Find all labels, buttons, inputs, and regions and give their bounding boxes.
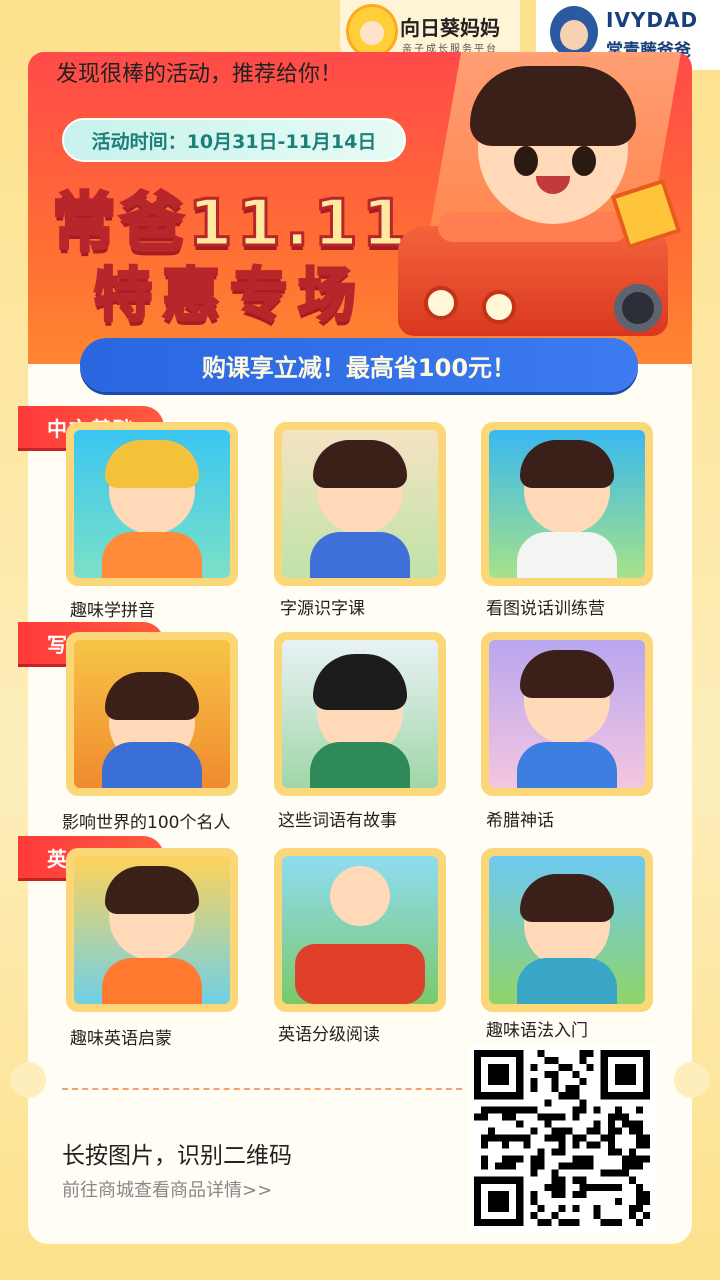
kid-hair xyxy=(105,866,199,914)
banner-slogan: 发现很棒的活动，推荐给你！ xyxy=(56,62,343,87)
kid-hat xyxy=(105,440,199,488)
scholar-hat xyxy=(313,654,407,710)
course-tile-graded-reading[interactable] xyxy=(274,848,446,1012)
course-tile-greek-myth[interactable] xyxy=(481,632,653,796)
kid-body xyxy=(310,532,410,578)
course-image xyxy=(74,856,230,1004)
kid-eye xyxy=(514,146,538,176)
course-title[interactable]: 这些词语有故事 xyxy=(278,806,397,831)
dashed-divider xyxy=(62,1088,462,1090)
course-image xyxy=(282,430,438,578)
kid-hair xyxy=(470,66,636,146)
kid-body xyxy=(517,532,617,578)
logo-left-name: 向日葵妈妈 xyxy=(400,16,500,40)
book-icon xyxy=(102,742,202,788)
headline-secondary: 特惠专场 xyxy=(92,260,367,331)
kid-body xyxy=(102,532,202,578)
kid-hair xyxy=(520,650,614,698)
kid-eye xyxy=(572,146,596,176)
course-title[interactable]: 趣味语法入门 xyxy=(486,1016,588,1041)
kid-body xyxy=(517,742,617,788)
course-tile-celebrities[interactable] xyxy=(66,632,238,796)
course-title[interactable]: 趣味英语启蒙 xyxy=(70,1024,172,1049)
course-title[interactable]: 看图说话训练营 xyxy=(486,594,605,619)
course-title[interactable]: 英语分级阅读 xyxy=(278,1020,380,1045)
event-time-badge: 活动时间：10月31日-11月14日 xyxy=(62,118,406,162)
ticket-notch xyxy=(10,1062,46,1098)
car-wheel xyxy=(614,284,662,332)
kid-hair xyxy=(313,440,407,488)
course-title[interactable]: 希腊神话 xyxy=(486,806,554,831)
kid-face xyxy=(330,866,390,926)
ivydad-mascot-icon xyxy=(550,6,598,58)
ticket-notch xyxy=(674,1062,710,1098)
car-headlight xyxy=(424,286,458,320)
course-image xyxy=(489,430,645,578)
kid-body xyxy=(310,742,410,788)
store-link-text[interactable]: 前往商城查看商品详情>> xyxy=(62,1176,272,1202)
car-icon xyxy=(295,944,425,1004)
course-image xyxy=(282,856,438,1004)
qr-code-icon xyxy=(474,1050,650,1226)
kid-hair xyxy=(520,440,614,488)
car-headlight xyxy=(482,290,516,324)
sunflower-mascot-icon xyxy=(346,4,398,58)
course-image xyxy=(74,640,230,788)
course-title[interactable]: 字源识字课 xyxy=(280,594,365,619)
course-tile-idioms[interactable] xyxy=(274,632,446,796)
course-image xyxy=(489,640,645,788)
course-image xyxy=(282,640,438,788)
course-tile-grammar[interactable] xyxy=(481,848,653,1012)
course-title[interactable]: 趣味学拼音 xyxy=(70,596,155,621)
qr-code[interactable] xyxy=(468,1044,656,1232)
course-image xyxy=(74,430,230,578)
course-tile-characters[interactable] xyxy=(274,422,446,586)
course-title[interactable]: 影响世界的100个名人 xyxy=(62,808,230,833)
course-image xyxy=(489,856,645,1004)
course-tile-english-intro[interactable] xyxy=(66,848,238,1012)
kid-body xyxy=(102,958,202,1004)
kid-hair xyxy=(105,672,199,720)
course-tile-pinyin[interactable] xyxy=(66,422,238,586)
kid-hair xyxy=(520,874,614,922)
qr-instruction: 长按图片，识别二维码 xyxy=(62,1143,292,1169)
logo-right-name: IVYDAD xyxy=(606,8,699,32)
kid-body xyxy=(517,958,617,1004)
discount-banner: 购课享立减！最高省100元！ xyxy=(80,338,638,392)
course-tile-speaking[interactable] xyxy=(481,422,653,586)
